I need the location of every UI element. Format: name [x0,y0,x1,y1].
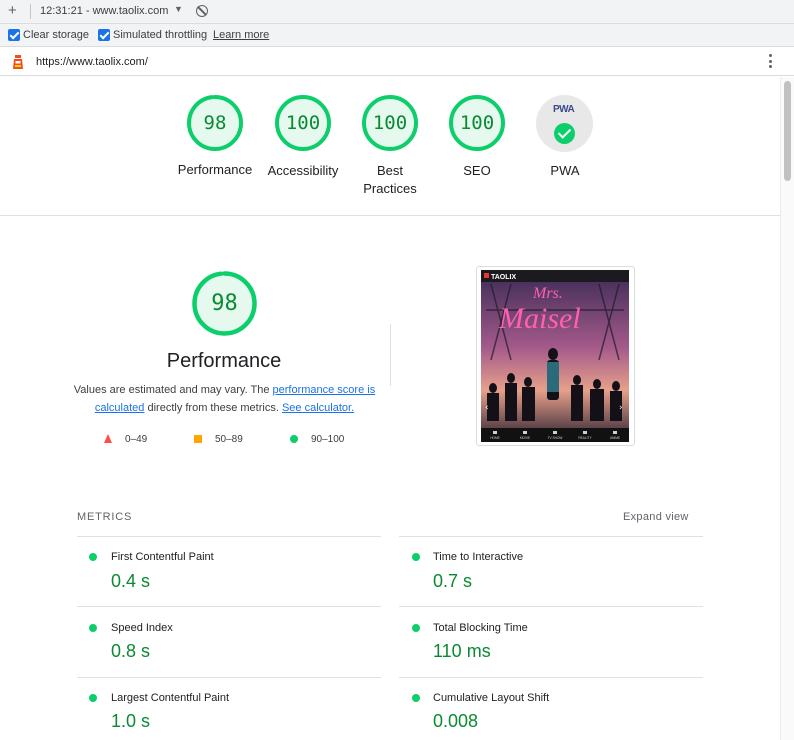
lighthouse-icon [13,55,23,69]
gauge-score: 98 [203,112,227,134]
metric-value-lcp: 1.0 s [111,711,151,731]
legend-range-average: 50–89 [215,434,243,445]
gauge-label-pwa[interactable]: PWA [510,162,620,180]
report-url-bar: https://www.taolix.com/ [0,48,794,76]
scrollbar-thumb[interactable] [784,81,791,181]
metric-value-speed-index: 0.8 s [111,641,151,661]
final-screenshot: TAOLIX Mrs. Maisel HOME MOVIE TV SHOW RE… [481,270,629,442]
gauge-label-accessibility[interactable]: Accessibility [248,162,358,180]
pass-dot-icon [412,624,420,632]
pwa-badge-text: PWA [553,104,575,115]
legend-range-fail: 0–49 [125,434,148,445]
plus-icon[interactable]: + [8,3,17,19]
gauge-accessibility[interactable]: 100 [274,94,332,152]
metric-divider [77,536,381,537]
screenshot-poster: TAOLIX Mrs. Maisel HOME MOVIE TV SHOW RE… [481,270,629,442]
triangle-red-icon [104,434,112,443]
report-toolbar: + 12:31:21 - www.taolix.com ▼ [0,0,794,24]
metric-value-tti: 0.7 s [433,571,473,591]
clear-storage-label[interactable]: Clear storage [23,29,89,41]
gauge-performance[interactable]: 98 [186,94,244,152]
metric-name-cls: Cumulative Layout Shift [433,692,550,704]
expand-view-toggle[interactable]: Expand view [623,511,689,523]
metrics-heading: METRICS [77,511,133,523]
screenshot-title-top: Mrs. [532,285,563,302]
gauge-label-best-practices[interactable]: Best Practices [361,162,419,198]
pass-dot-icon [412,553,420,561]
screenshot-brand: TAOLIX [491,274,516,281]
report-session-select[interactable]: 12:31:21 - www.taolix.com [40,5,168,17]
metric-divider [399,677,703,678]
screenshot-nav-item: ANIME [610,436,620,440]
simulated-throttling-checkbox[interactable] [98,29,110,41]
report-url[interactable]: https://www.taolix.com/ [36,56,148,68]
metric-value-tbt: 110 ms [433,641,491,661]
pass-dot-icon [89,553,97,561]
metric-divider [77,677,381,678]
pass-dot-icon [89,694,97,702]
vertical-divider [390,324,391,386]
options-bar: Clear storage Simulated throttling Learn… [0,24,794,47]
metric-name-tbt: Total Blocking Time [433,622,528,634]
kebab-menu-icon[interactable] [769,54,773,70]
screenshot-nav-item: HOME [490,436,500,440]
pass-dot-icon [412,694,420,702]
performance-gauge: 98 [191,270,258,337]
screenshot-nav-item: REALITY [578,436,592,440]
learn-more-link[interactable]: Learn more [213,29,269,41]
gauge-score: 100 [285,112,321,134]
legend-range-pass: 90–100 [311,434,345,445]
metric-name-fcp: First Contentful Paint [111,551,214,563]
gauge-seo[interactable]: 100 [448,94,506,152]
check-circle-icon [554,123,575,144]
gauge-score: 100 [459,112,495,134]
performance-desc-text: Values are estimated and may vary. The [73,384,273,396]
metric-divider [77,606,381,607]
block-icon[interactable] [196,5,208,17]
svg-text:›: › [619,403,623,413]
performance-description: Values are estimated and may vary. The p… [72,381,377,417]
clear-storage-checkbox[interactable] [8,29,20,41]
screenshot-title-main: Maisel [498,302,581,335]
metric-value-cls: 0.008 [433,711,479,731]
svg-text:‹: ‹ [485,403,489,413]
gauge-score: 100 [372,112,408,134]
performance-desc-text-2: directly from these metrics. [144,402,282,414]
metric-name-lcp: Largest Contentful Paint [111,692,230,704]
pass-dot-icon [89,624,97,632]
performance-score: 98 [211,291,238,316]
caret-down-icon[interactable]: ▼ [174,4,183,14]
simulated-throttling-label[interactable]: Simulated throttling [113,29,207,41]
metric-name-tti: Time to Interactive [433,551,524,563]
metric-divider [399,606,703,607]
screenshot-nav-item: TV SHOW [548,436,563,440]
section-divider [0,215,780,216]
square-orange-icon [194,435,202,443]
gauge-best-practices[interactable]: 100 [361,94,419,152]
screenshot-nav-item: MOVIE [520,436,530,440]
toolbar-divider [30,4,31,19]
circle-green-icon [290,435,298,443]
metric-divider [399,536,703,537]
metric-name-speed-index: Speed Index [111,622,173,634]
performance-title: Performance [166,350,282,372]
see-calculator-link[interactable]: See calculator. [282,402,354,414]
metric-value-fcp: 0.4 s [111,571,151,591]
